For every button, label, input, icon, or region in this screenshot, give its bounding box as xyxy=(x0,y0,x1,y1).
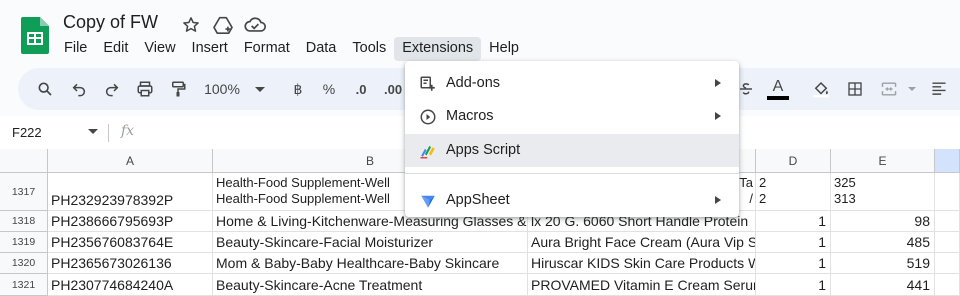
row-header[interactable]: 1319 xyxy=(0,232,48,253)
title-icons xyxy=(180,14,266,36)
print-icon[interactable] xyxy=(134,76,156,102)
cell-f[interactable] xyxy=(935,232,960,253)
fx-icon: fx xyxy=(121,123,135,139)
menu-item-appsheet[interactable]: AppSheet xyxy=(405,184,739,217)
cell-d[interactable]: 2 2 xyxy=(756,173,831,211)
undo-icon[interactable] xyxy=(68,76,90,102)
cell-c[interactable]: Aura Bright Face Cream (Aura Vip S xyxy=(528,232,756,253)
menu-edit[interactable]: Edit xyxy=(95,37,136,61)
cell-e[interactable]: 98 xyxy=(831,211,935,232)
name-box[interactable]: F222 xyxy=(12,125,42,140)
sheets-logo-icon[interactable] xyxy=(21,17,49,54)
cell-b[interactable]: Beauty-Skincare-Acne Treatment xyxy=(213,274,528,296)
row-header[interactable]: 1318 xyxy=(0,211,48,232)
menu-insert[interactable]: Insert xyxy=(184,37,236,61)
document-title[interactable]: Copy of FW xyxy=(63,12,158,33)
column-header-f[interactable] xyxy=(935,149,960,173)
menu-tools[interactable]: Tools xyxy=(344,37,394,61)
cell-d[interactable]: 1 xyxy=(756,211,831,232)
menu-item-macros[interactable]: Macros xyxy=(405,100,739,133)
borders-icon[interactable] xyxy=(845,76,865,102)
row-header[interactable]: 1320 xyxy=(0,253,48,274)
appsheet-icon xyxy=(421,195,435,208)
cell-line: 313 xyxy=(834,191,856,206)
select-all-corner[interactable] xyxy=(0,149,48,173)
cell-a[interactable]: PH238666795693P xyxy=(48,211,213,232)
cell-a[interactable]: PH2365673026136 xyxy=(48,253,213,274)
add-ons-icon xyxy=(420,76,435,91)
cell-f[interactable] xyxy=(935,253,960,274)
redo-icon[interactable] xyxy=(101,76,123,102)
menu-help[interactable]: Help xyxy=(481,37,527,61)
submenu-arrow-icon xyxy=(715,79,721,87)
macros-icon xyxy=(420,109,436,125)
cell-d[interactable]: 1 xyxy=(756,274,831,296)
menu-item-apps-script[interactable]: Apps Script xyxy=(405,134,739,167)
cell-b[interactable]: Beauty-Skincare-Facial Moisturizer xyxy=(213,232,528,253)
strikethrough-icon[interactable] xyxy=(736,76,756,102)
cell-line: 2 xyxy=(759,191,767,206)
percent-format-button[interactable]: % xyxy=(320,76,338,102)
menu-item-label: Apps Script xyxy=(446,142,521,158)
search-menus-icon[interactable] xyxy=(34,76,56,102)
name-box-caret-icon[interactable] xyxy=(88,129,98,134)
cell-a[interactable]: PH235676083764E xyxy=(48,232,213,253)
row-header[interactable]: 1317 xyxy=(0,173,48,211)
menu-bar: File Edit View Insert Format Data Tools … xyxy=(56,37,527,61)
zoom-caret-icon[interactable] xyxy=(254,76,266,102)
formula-divider xyxy=(108,124,109,142)
cell-d[interactable]: 1 xyxy=(756,253,831,274)
cell-e[interactable]: 519 xyxy=(831,253,935,274)
cell-line: 325 xyxy=(834,175,856,190)
sheets-window: Copy of FW File Edit View Insert Format … xyxy=(0,0,960,296)
menu-divider xyxy=(405,173,739,174)
menu-item-label: Add-ons xyxy=(446,75,501,91)
cell-d[interactable]: 1 xyxy=(756,232,831,253)
cell-c[interactable]: PROVAMED Vitamin E Cream Serum xyxy=(528,274,756,296)
column-header-e[interactable]: E xyxy=(831,149,935,173)
menu-view[interactable]: View xyxy=(136,37,183,61)
horizontal-align-icon[interactable] xyxy=(929,76,949,102)
column-header-d[interactable]: D xyxy=(756,149,831,173)
cell-f[interactable] xyxy=(935,274,960,296)
menu-item-label: AppSheet xyxy=(446,192,510,208)
fill-color-icon[interactable] xyxy=(811,76,831,102)
cloud-status-icon[interactable] xyxy=(244,14,266,36)
decrease-decimal-button[interactable]: .0 xyxy=(350,76,372,102)
star-icon[interactable] xyxy=(180,14,202,36)
text-color-button[interactable]: A xyxy=(767,76,789,102)
extensions-menu: Add-ons Macros Apps Script AppSheet xyxy=(405,61,739,217)
cell-e[interactable]: 485 xyxy=(831,232,935,253)
menu-extensions[interactable]: Extensions xyxy=(394,37,482,61)
menu-data[interactable]: Data xyxy=(298,37,345,61)
submenu-arrow-icon xyxy=(715,112,721,120)
text-color-letter: A xyxy=(772,77,784,95)
paint-format-icon[interactable] xyxy=(167,76,189,102)
cell-a[interactable]: PH230774684240A xyxy=(48,274,213,296)
currency-format-button[interactable]: ฿ xyxy=(289,76,307,102)
cell-e[interactable]: 441 xyxy=(831,274,935,296)
row-header[interactable]: 1321 xyxy=(0,274,48,296)
cell-f[interactable] xyxy=(935,211,960,232)
cell-line: 2 xyxy=(759,175,767,190)
column-header-a[interactable]: A xyxy=(48,149,213,173)
text-color-bar xyxy=(767,95,789,100)
cell-a[interactable]: PH232923978392P xyxy=(48,173,213,211)
cell-e[interactable]: 325 313 xyxy=(831,173,935,211)
cell-f[interactable] xyxy=(935,173,960,211)
menu-item-add-ons[interactable]: Add-ons xyxy=(405,67,739,100)
menu-file[interactable]: File xyxy=(56,37,95,61)
cell-b[interactable]: Mom & Baby-Baby Healthcare-Baby Skincare xyxy=(213,253,528,274)
apps-script-icon xyxy=(420,145,435,159)
merge-cells-icon[interactable] xyxy=(879,76,899,102)
increase-decimal-button[interactable]: .00 xyxy=(384,76,406,102)
submenu-arrow-icon xyxy=(715,196,721,204)
menu-format[interactable]: Format xyxy=(236,37,298,61)
merge-caret-icon[interactable] xyxy=(907,76,917,102)
zoom-select[interactable]: 100% xyxy=(200,76,244,102)
cell-c[interactable]: Hiruscar KIDS Skin Care Products W xyxy=(528,253,756,274)
move-to-drive-icon[interactable] xyxy=(212,14,234,36)
menu-item-label: Macros xyxy=(446,108,494,124)
